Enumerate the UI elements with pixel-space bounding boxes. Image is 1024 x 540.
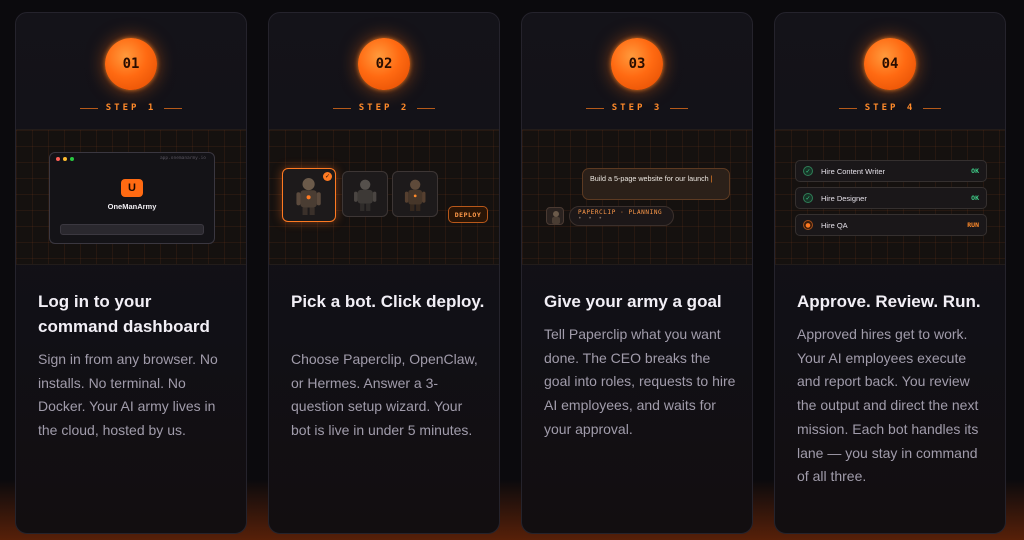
card-title: Pick a bot. Click deploy. xyxy=(291,292,485,311)
card-description: Sign in from any browser. No installs. N… xyxy=(38,351,218,439)
step-visual: ✓ Hire Content Writer OK ✓ Hire Designer… xyxy=(775,129,1005,265)
step-number-badge: 04 xyxy=(864,38,916,90)
minimize-dot-icon xyxy=(63,157,67,161)
step-card-1: 01 STEP 1 app.onemanarmy.io U OneManArmy… xyxy=(15,12,247,534)
card-description: Choose Paperclip, OpenClaw, or Hermes. A… xyxy=(291,351,478,439)
bot-option-hermes[interactable] xyxy=(392,171,438,217)
card-description: Tell Paperclip what you want done. The C… xyxy=(544,326,736,437)
hire-row[interactable]: ● Hire QA RUN xyxy=(795,214,987,236)
maximize-dot-icon xyxy=(70,157,74,161)
hire-status: OK xyxy=(971,194,979,202)
step-visual: app.onemanarmy.io U OneManArmy xyxy=(16,129,246,265)
divider xyxy=(670,107,689,109)
bot-option-paperclip[interactable]: ✓ xyxy=(282,168,336,222)
agent-status-pill: PAPERCLIP · PLANNING • • • xyxy=(569,206,674,226)
card-title: Log in to your command dashboard xyxy=(38,292,210,336)
robot-figure-icon xyxy=(404,179,426,212)
step-number-badge: 02 xyxy=(358,38,410,90)
robot-figure-icon xyxy=(353,179,377,212)
check-icon: ✓ xyxy=(803,193,813,203)
step-card-3: 03 STEP 3 Build a 5-page website for our… xyxy=(521,12,753,534)
divider xyxy=(838,107,857,109)
step-card-4: 04 STEP 4 ✓ Hire Content Writer OK ✓ Hir… xyxy=(774,12,1006,534)
check-icon: ✓ xyxy=(803,166,813,176)
step-label: STEP 2 xyxy=(269,101,499,115)
window-url: app.onemanarmy.io xyxy=(159,156,206,161)
text-caret-icon: | xyxy=(710,174,713,183)
hire-row[interactable]: ✓ Hire Designer OK xyxy=(795,187,987,209)
dashboard-window-mock: app.onemanarmy.io U OneManArmy xyxy=(49,152,215,244)
divider xyxy=(417,107,436,109)
step-label: STEP 3 xyxy=(522,101,752,115)
divider xyxy=(164,107,183,109)
divider xyxy=(79,107,98,109)
step-number-badge: 01 xyxy=(105,38,157,90)
divider xyxy=(923,107,942,109)
goal-message-text: Build a 5-page website for our launch xyxy=(590,174,709,183)
running-dot-icon: ● xyxy=(803,220,813,230)
bot-option-openclaw[interactable] xyxy=(342,171,388,217)
steps-row: 01 STEP 1 app.onemanarmy.io U OneManArmy… xyxy=(15,12,1015,534)
step-visual: ✓ DEPLOY xyxy=(269,129,499,265)
step-label: STEP 4 xyxy=(775,101,1005,115)
step-label-text: STEP 2 xyxy=(358,103,410,113)
robot-figure-icon xyxy=(296,177,322,216)
goal-message-bubble: Build a 5-page website for our launch | xyxy=(582,168,730,200)
hire-label: Hire Content Writer xyxy=(821,166,886,176)
app-logo-icon: U xyxy=(121,179,143,197)
hire-label: Hire QA xyxy=(821,220,848,230)
agent-avatar xyxy=(546,207,564,225)
login-input-mock xyxy=(60,224,204,235)
close-dot-icon xyxy=(56,157,60,161)
divider xyxy=(332,107,351,109)
hire-status: OK xyxy=(971,167,979,175)
hire-row[interactable]: ✓ Hire Content Writer OK xyxy=(795,160,987,182)
hire-status: RUN xyxy=(967,221,979,229)
hire-label: Hire Designer xyxy=(821,193,867,203)
selected-check-icon: ✓ xyxy=(323,172,332,181)
typing-dots-icon: • • • xyxy=(578,215,604,222)
card-title: Give your army a goal xyxy=(544,292,722,311)
card-description: Approved hires get to work. Your AI empl… xyxy=(797,326,979,485)
app-name: OneManArmy xyxy=(107,202,157,211)
step-label-text: STEP 3 xyxy=(611,103,663,113)
step-label-text: STEP 4 xyxy=(864,103,916,113)
divider xyxy=(585,107,604,109)
step-label-text: STEP 1 xyxy=(105,103,157,113)
step-card-2: 02 STEP 2 ✓ DEPLOY Pick a bot. Click dep… xyxy=(268,12,500,534)
card-title: Approve. Review. Run. xyxy=(797,292,981,311)
robot-figure-icon xyxy=(552,211,560,224)
step-visual: Build a 5-page website for our launch | … xyxy=(522,129,752,265)
step-number-badge: 03 xyxy=(611,38,663,90)
deploy-button[interactable]: DEPLOY xyxy=(448,206,488,223)
step-label: STEP 1 xyxy=(16,101,246,115)
